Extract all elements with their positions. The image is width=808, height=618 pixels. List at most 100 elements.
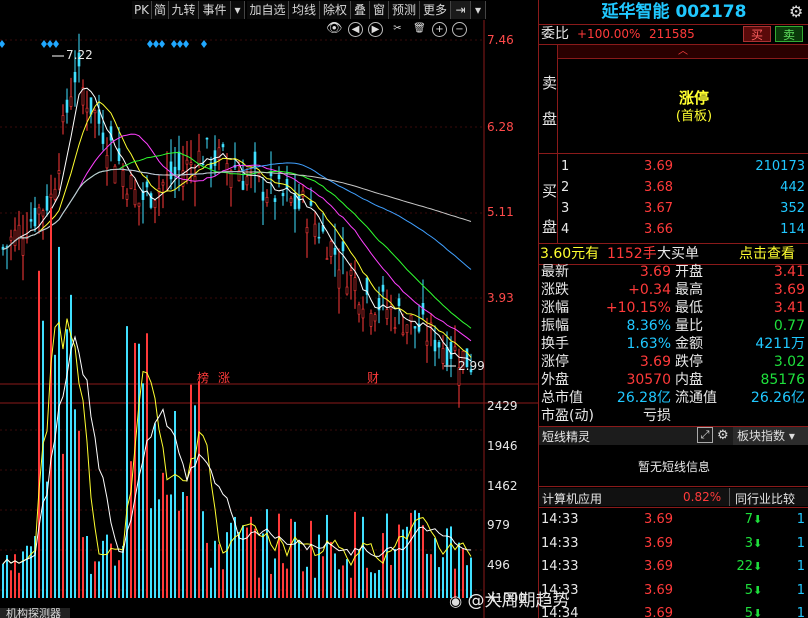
quote-value: 1.63% bbox=[626, 336, 671, 352]
ma-button[interactable]: 均线 bbox=[289, 1, 320, 19]
volume-bar bbox=[254, 528, 256, 598]
collapse-chevron-icon[interactable]: ︿ bbox=[557, 45, 808, 59]
volume-bar bbox=[86, 536, 88, 598]
delete-icon[interactable]: 🗑 bbox=[412, 22, 427, 37]
quote-row: 涨幅 +10.15% 最低 3.41 bbox=[539, 300, 808, 317]
kline-chart[interactable] bbox=[0, 20, 538, 618]
play-icon[interactable]: ▶ bbox=[368, 22, 383, 37]
buy-level-row[interactable]: 3 3.67 352 bbox=[539, 200, 808, 217]
jiuzhuan-button[interactable]: 九转 bbox=[169, 1, 199, 19]
add-watchlist-button[interactable]: 加自选 bbox=[247, 1, 289, 19]
volume-bar bbox=[50, 208, 52, 598]
tick-time: 14:33 bbox=[541, 535, 579, 551]
event-diamond bbox=[41, 40, 47, 48]
events-button[interactable]: 事件 bbox=[199, 1, 231, 19]
more-button[interactable]: 更多 bbox=[420, 1, 451, 19]
down-arrow-icon: ⬇ bbox=[753, 513, 763, 526]
zoom-in-icon[interactable]: + bbox=[432, 22, 447, 37]
candle-body bbox=[185, 159, 189, 165]
big-order-view-link[interactable]: 点击查看 bbox=[739, 246, 795, 263]
ex-rights-button[interactable]: 除权 bbox=[320, 1, 351, 19]
candle-body bbox=[9, 236, 13, 241]
simple-button[interactable]: 简 bbox=[152, 1, 169, 19]
window-button[interactable]: 窗 bbox=[370, 1, 389, 19]
buy-button[interactable]: 买 bbox=[743, 26, 771, 42]
volume-bar bbox=[110, 543, 112, 598]
prev-icon[interactable]: ◀ bbox=[348, 22, 363, 37]
tick-price: 3.69 bbox=[644, 606, 673, 618]
tick-volume: 22 bbox=[736, 559, 753, 574]
volume-tick: 979 bbox=[487, 518, 510, 532]
level-number: 3 bbox=[561, 201, 570, 216]
buy-level-row[interactable]: 4 3.66 114 bbox=[539, 221, 808, 238]
toolbar-dropdown-icon[interactable]: ▾ bbox=[471, 1, 486, 19]
candle-body bbox=[137, 202, 141, 207]
volume-bar bbox=[6, 555, 8, 598]
candle-body bbox=[85, 107, 89, 113]
eye-icon[interactable]: 👁 bbox=[326, 22, 343, 37]
volume-bar bbox=[70, 294, 72, 598]
big-order-row[interactable]: 3.60元有 1152手 大买单 点击查看 bbox=[539, 246, 808, 263]
big-order-qty: 1152手 bbox=[607, 246, 657, 262]
volume-bar bbox=[102, 540, 104, 598]
industry-compare-link[interactable]: 同行业比较 bbox=[735, 490, 795, 507]
volume-bar bbox=[294, 521, 296, 598]
price-tick: 3.93 bbox=[487, 291, 514, 305]
volume-bar bbox=[418, 512, 420, 598]
screenshot-icon[interactable]: ⤢ bbox=[697, 427, 713, 443]
gear-icon[interactable]: ⚙ bbox=[789, 3, 807, 21]
volume-bar bbox=[210, 567, 212, 598]
volume-bar bbox=[362, 516, 364, 598]
event-label[interactable]: 榜 bbox=[197, 369, 209, 386]
volume-bar bbox=[190, 384, 192, 598]
sell-button[interactable]: 卖 bbox=[775, 26, 803, 42]
candle-body bbox=[285, 178, 289, 189]
cut-icon[interactable]: ✂ bbox=[390, 22, 405, 37]
expand-icon[interactable]: ⇥ bbox=[451, 1, 471, 19]
events-dropdown-icon[interactable]: ▾ bbox=[231, 1, 245, 19]
event-diamond bbox=[177, 40, 183, 48]
quote-value: 26.28亿 bbox=[616, 390, 671, 406]
buy-level-row[interactable]: 2 3.68 442 bbox=[539, 179, 808, 196]
candle-body bbox=[357, 304, 361, 315]
quote-label: 金额 bbox=[675, 336, 703, 352]
candle-body bbox=[161, 181, 165, 186]
volume-bar bbox=[138, 343, 140, 598]
quote-row: 振幅 8.36% 量比 0.77 bbox=[539, 318, 808, 335]
pk-button[interactable]: PK bbox=[132, 1, 152, 19]
quote-label: 市盈(动) bbox=[541, 408, 594, 424]
settings-icon[interactable]: ⚙ bbox=[717, 428, 729, 443]
event-label[interactable]: 财 bbox=[367, 369, 379, 386]
candle-body bbox=[369, 312, 373, 327]
event-label[interactable]: 涨 bbox=[218, 369, 230, 386]
quote-row: 市盈(动) 亏损 bbox=[539, 408, 808, 425]
candle-body bbox=[297, 194, 301, 209]
volume-bar bbox=[366, 567, 368, 598]
sector-row[interactable]: 计算机应用 0.82% 同行业比较 bbox=[539, 488, 808, 506]
candle-body bbox=[405, 324, 409, 333]
overlay-button[interactable]: 叠 bbox=[351, 1, 370, 19]
buy-level-row[interactable]: 1 3.69 210173 bbox=[539, 158, 808, 175]
weibo-icon: ◉ bbox=[449, 592, 463, 610]
detector-tab[interactable]: 机构探测器 bbox=[0, 608, 70, 618]
candle-body bbox=[101, 132, 105, 144]
forecast-button[interactable]: 预测 bbox=[389, 1, 420, 19]
quote-label: 涨停 bbox=[541, 354, 569, 370]
volume-bar bbox=[122, 545, 124, 598]
volume-bar bbox=[162, 472, 164, 598]
down-arrow-icon: ⬇ bbox=[753, 607, 763, 618]
volume-bar bbox=[186, 496, 188, 598]
event-diamond bbox=[153, 40, 159, 48]
level-price: 3.69 bbox=[644, 159, 673, 174]
volume-bar bbox=[158, 499, 160, 598]
candle-body bbox=[173, 166, 177, 175]
tick-time: 14:33 bbox=[541, 559, 579, 574]
zoom-out-icon[interactable]: − bbox=[452, 22, 467, 37]
level-price: 3.68 bbox=[644, 180, 673, 195]
sector-index-tab[interactable]: 板块指数 ▾ bbox=[733, 427, 808, 445]
candle-body bbox=[441, 348, 445, 364]
candle-body bbox=[93, 110, 97, 114]
volume-bar bbox=[266, 509, 268, 598]
volume-bar bbox=[46, 481, 48, 598]
volume-bar bbox=[286, 568, 288, 598]
